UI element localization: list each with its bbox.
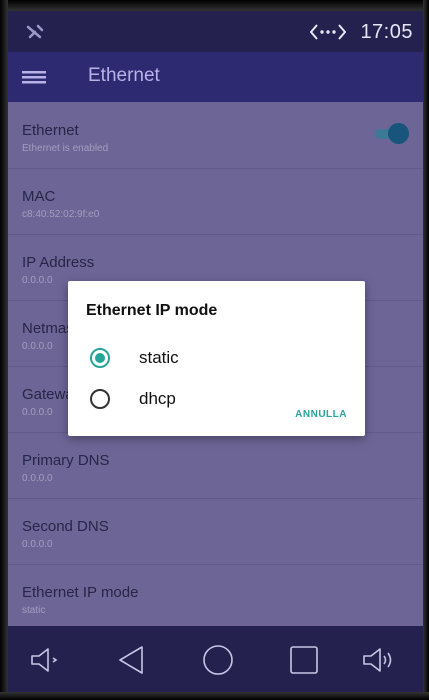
frame-edge-right	[423, 0, 429, 700]
option-label: dhcp	[139, 389, 176, 408]
frame-edge-top	[0, 0, 429, 11]
option-label: static	[139, 348, 179, 367]
status-bar: 17:05	[8, 11, 423, 52]
back-icon[interactable]	[112, 644, 152, 676]
toolbar: Ethernet	[8, 52, 423, 102]
ethernet-icon	[310, 24, 346, 40]
navigation-bar	[8, 626, 423, 692]
cancel-button[interactable]: ANNULLA	[295, 409, 347, 420]
recents-icon[interactable]	[284, 644, 324, 676]
ip-mode-dialog: Ethernet IP mode static dhcp ANNULLA	[68, 281, 365, 436]
signal-off-icon	[26, 24, 44, 39]
radio-checked-icon[interactable]	[90, 348, 110, 368]
home-icon[interactable]	[198, 644, 238, 676]
device-frame: 17:05 Ethernet Ethernet Ethernet is enab…	[0, 0, 429, 700]
page-title: Ethernet	[88, 65, 160, 86]
hamburger-menu-icon[interactable]	[22, 69, 46, 85]
option-static[interactable]: static	[68, 340, 365, 378]
radio-unchecked-icon[interactable]	[90, 389, 110, 409]
dialog-title: Ethernet IP mode	[86, 302, 218, 319]
frame-edge-bottom	[0, 692, 429, 700]
volume-down-icon[interactable]	[26, 644, 66, 676]
volume-up-icon[interactable]	[360, 644, 400, 676]
clock: 17:05	[360, 21, 413, 43]
frame-edge-left	[0, 0, 8, 700]
